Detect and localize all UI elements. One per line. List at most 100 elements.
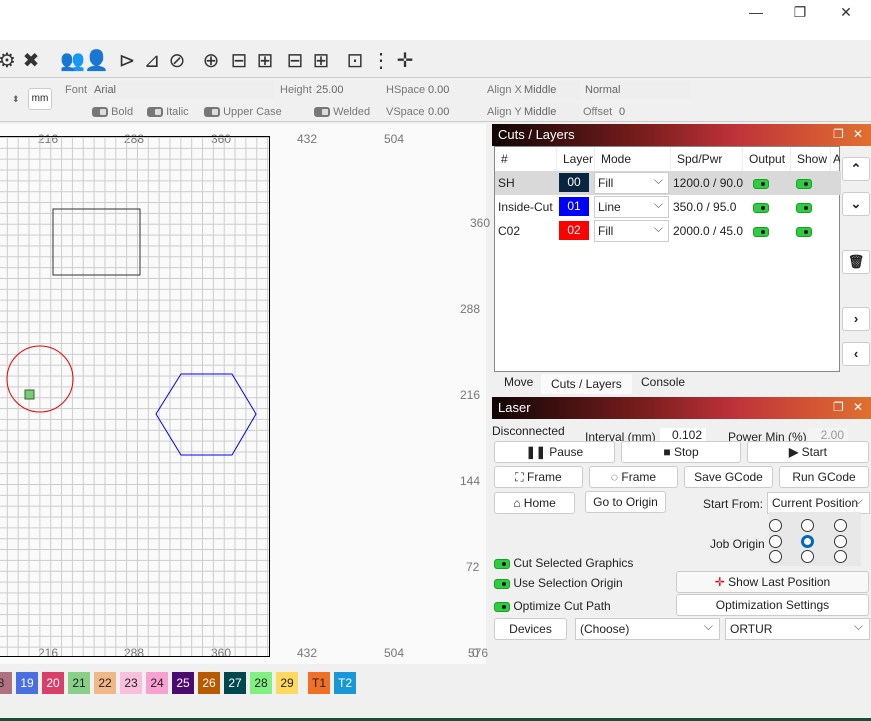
font-select[interactable]: Arial	[92, 81, 274, 99]
layer-color-chip[interactable]: 02	[559, 221, 589, 240]
origin-radio[interactable]	[769, 519, 782, 532]
unit-button[interactable]: mm	[28, 88, 52, 110]
rotate-icon[interactable]: ⊘	[166, 48, 188, 73]
optimization-settings-button[interactable]: Optimization Settings	[676, 594, 869, 616]
table-row[interactable]: C02 02 Fill 2000.0 / 45.0	[495, 218, 841, 243]
origin-radio[interactable]	[834, 519, 847, 532]
rectangle-shape[interactable]	[52, 208, 141, 276]
save-gcode-button[interactable]: Save GCode	[684, 466, 773, 488]
origin-radio[interactable]	[769, 535, 782, 548]
alignx-select[interactable]: Middle	[524, 81, 580, 99]
tab-move[interactable]: Move	[494, 372, 543, 392]
trash-icon[interactable]: 🗑	[842, 250, 870, 274]
show-toggle[interactable]	[796, 226, 812, 237]
float-icon[interactable]: ❐	[833, 400, 844, 414]
chevron-right-icon[interactable]: ›	[842, 307, 870, 331]
float-icon[interactable]: ❐	[833, 127, 844, 141]
italic-toggle[interactable]	[147, 107, 163, 118]
palette-swatch-29[interactable]: 29	[276, 672, 298, 694]
chevron-left-icon[interactable]: ‹	[842, 342, 870, 366]
origin-radio[interactable]	[801, 550, 814, 563]
mode-select[interactable]: Fill	[594, 170, 669, 194]
style-select[interactable]: Normal	[585, 81, 691, 99]
distribute-h-icon[interactable]: ⊡	[344, 48, 366, 73]
palette-swatch-T2[interactable]: T2	[334, 672, 356, 694]
cut-selected-toggle[interactable]	[494, 558, 510, 569]
center-icon[interactable]: ✛	[394, 48, 416, 73]
upper-case-toggle[interactable]	[204, 107, 220, 118]
pause-button[interactable]: ❚❚ Pause	[494, 441, 615, 463]
table-row[interactable]: SH 00 Fill 1200.0 / 90.0	[495, 170, 841, 195]
output-toggle[interactable]	[753, 178, 769, 189]
go-to-origin-button[interactable]: Go to Origin	[585, 491, 666, 513]
move-layer-up-button[interactable]: ⌃	[842, 157, 870, 181]
circle-shape[interactable]	[6, 345, 74, 413]
palette-swatch-27[interactable]: 27	[224, 672, 246, 694]
tab-console[interactable]: Console	[631, 372, 695, 392]
palette-swatch-23[interactable]: 23	[120, 672, 142, 694]
table-row[interactable]: Inside-Cut 01 Line 350.0 / 95.0	[495, 194, 841, 219]
device-choice-select[interactable]: (Choose)	[575, 616, 720, 640]
palette-swatch-19[interactable]: 19	[16, 672, 38, 694]
height-input[interactable]: 25.00	[316, 84, 344, 96]
origin-radio[interactable]	[769, 550, 782, 563]
stop-button[interactable]: ■ Stop	[621, 441, 741, 463]
palette-swatch-8[interactable]: 8	[0, 672, 12, 694]
mode-select[interactable]: Line	[594, 194, 669, 218]
welded-toggle[interactable]	[314, 107, 330, 118]
selection-handle[interactable]	[24, 389, 35, 400]
align-left-icon[interactable]: ⊟	[228, 48, 250, 73]
tab-cuts-layers[interactable]: Cuts / Layers	[541, 374, 632, 394]
mirror-h-icon[interactable]: ⊳	[116, 48, 138, 73]
minimize-button[interactable]: —	[744, 4, 768, 20]
palette-swatch-21[interactable]: 21	[68, 672, 90, 694]
vspace-input[interactable]: 0.00	[428, 106, 449, 118]
palette-swatch-24[interactable]: 24	[146, 672, 168, 694]
layer-color-chip[interactable]: 01	[559, 197, 589, 216]
distribute-v-icon[interactable]: ⋮	[370, 48, 392, 73]
home-button[interactable]: ⌂ Home	[494, 492, 575, 514]
origin-radio[interactable]	[834, 550, 847, 563]
origin-radio-selected[interactable]	[801, 535, 814, 548]
palette-swatch-20[interactable]: 20	[42, 672, 64, 694]
wrench-icon[interactable]: ✖	[20, 48, 42, 73]
unit-stepper[interactable]: ⬍	[12, 94, 20, 105]
show-toggle[interactable]	[796, 178, 812, 189]
aligny-select[interactable]: Middle	[524, 103, 580, 121]
start-button[interactable]: ▶ Start	[747, 441, 869, 463]
output-toggle[interactable]	[753, 202, 769, 213]
origin-radio[interactable]	[801, 519, 814, 532]
close-icon[interactable]: ✕	[853, 127, 863, 141]
layer-color-chip[interactable]: 00	[559, 173, 589, 192]
frame-circle-button[interactable]: ◌ Frame	[589, 466, 678, 488]
show-toggle[interactable]	[796, 202, 812, 213]
optimize-cut-path-toggle[interactable]	[494, 601, 510, 612]
align-right-icon[interactable]: ⊞	[254, 48, 276, 73]
output-toggle[interactable]	[753, 226, 769, 237]
move-layer-down-button[interactable]: ⌄	[842, 192, 870, 216]
close-icon[interactable]: ✕	[853, 400, 863, 414]
bold-toggle[interactable]	[92, 107, 108, 118]
users-icon[interactable]: 👥	[60, 48, 85, 73]
target-icon[interactable]: ⊕	[200, 48, 222, 73]
palette-swatch-25[interactable]: 25	[172, 672, 194, 694]
start-from-select[interactable]: Current Position	[767, 490, 870, 514]
user-icon[interactable]: 👤	[84, 48, 109, 73]
align-top-icon[interactable]: ⊟	[284, 48, 306, 73]
palette-swatch-T1[interactable]: T1	[308, 672, 330, 694]
frame-rect-button[interactable]: ⛶ Frame	[494, 466, 583, 488]
devices-button[interactable]: Devices	[494, 618, 567, 640]
palette-swatch-28[interactable]: 28	[250, 672, 272, 694]
close-button[interactable]: ✕	[834, 4, 858, 20]
palette-swatch-26[interactable]: 26	[198, 672, 220, 694]
run-gcode-button[interactable]: Run GCode	[779, 466, 869, 488]
origin-radio[interactable]	[834, 535, 847, 548]
use-selection-origin-toggle[interactable]	[494, 578, 510, 589]
offset-input[interactable]: 0	[619, 106, 625, 118]
align-bottom-icon[interactable]: ⊞	[310, 48, 332, 73]
maximize-button[interactable]: ❐	[788, 4, 812, 20]
mirror-v-icon[interactable]: ⊿	[141, 48, 163, 73]
hexagon-shape[interactable]	[155, 373, 257, 456]
show-last-position-button[interactable]: ✛ Show Last Position	[676, 571, 869, 593]
gear-icon[interactable]: ⚙	[0, 48, 18, 73]
